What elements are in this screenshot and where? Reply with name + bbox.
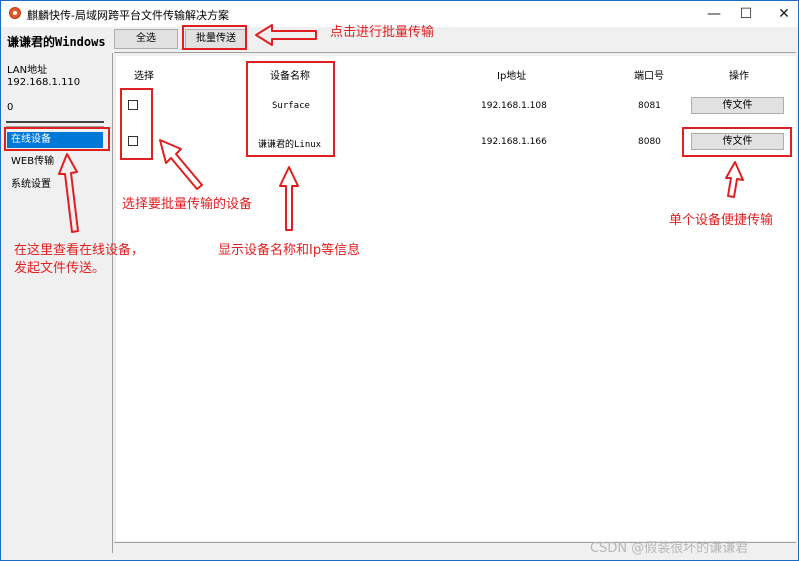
app-window: 麒麟快传-局域网跨平台文件传输解决方案 — ☐ ✕ 谦谦君的Windows LA… — [0, 0, 799, 561]
column-header-select: 选择 — [134, 71, 154, 82]
device-checkbox-surface[interactable] — [128, 100, 138, 110]
device-ip-surface: 192.168.1.108 — [481, 101, 547, 111]
app-logo-icon — [9, 7, 21, 19]
device-port-linux: 8080 — [638, 137, 661, 147]
annotation-online-devices-line2: 发起文件传送。 — [14, 261, 106, 276]
column-header-device-name: 设备名称 — [270, 71, 310, 82]
transfer-counter: 0 — [7, 102, 14, 113]
annotation-select-devices: 选择要批量传输的设备 — [122, 197, 253, 212]
device-name-linux: 谦谦君的Linux — [258, 140, 322, 150]
column-header-port: 端口号 — [634, 71, 664, 82]
sidebar-divider-thin — [6, 126, 104, 127]
sidebar-item-system-settings[interactable]: 系统设置 — [7, 177, 103, 193]
batch-send-button[interactable]: 批量传送 — [185, 29, 247, 49]
lan-ip-value: 192.168.1.110 — [7, 77, 81, 88]
device-name-surface: Surface — [272, 101, 310, 111]
window-title: 麒麟快传-局域网跨平台文件传输解决方案 — [27, 9, 229, 22]
close-button[interactable]: ✕ — [761, 1, 798, 27]
device-list-panel — [116, 56, 796, 541]
lan-address-label: LAN地址 — [7, 65, 48, 76]
select-all-button[interactable]: 全选 — [114, 29, 178, 49]
device-name-title: 谦谦君的Windows — [7, 35, 106, 49]
column-header-action: 操作 — [729, 71, 749, 82]
annotation-online-devices-line1: 在这里查看在线设备， — [14, 243, 145, 258]
sidebar-divider — [6, 121, 104, 123]
annotation-batch-transfer: 点击进行批量传输 — [330, 25, 435, 40]
send-file-button-linux[interactable]: 传文件 — [691, 133, 784, 150]
column-header-ip: Ip地址 — [497, 71, 527, 82]
annotation-single-transfer: 单个设备便捷传输 — [669, 213, 774, 228]
sidebar-separator — [112, 53, 113, 553]
watermark: CSDN @假装很坏的谦谦君 — [590, 541, 749, 556]
annotation-device-info: 显示设备名称和Ip等信息 — [218, 243, 361, 258]
sidebar-item-web-transfer[interactable]: WEB传输 — [7, 154, 103, 170]
toolbar-separator — [114, 52, 796, 53]
device-ip-linux: 192.168.1.166 — [481, 137, 547, 147]
device-port-surface: 8081 — [638, 101, 661, 111]
device-checkbox-linux[interactable] — [128, 136, 138, 146]
sidebar-item-online-devices[interactable]: 在线设备 — [7, 132, 103, 148]
send-file-button-surface[interactable]: 传文件 — [691, 97, 784, 114]
